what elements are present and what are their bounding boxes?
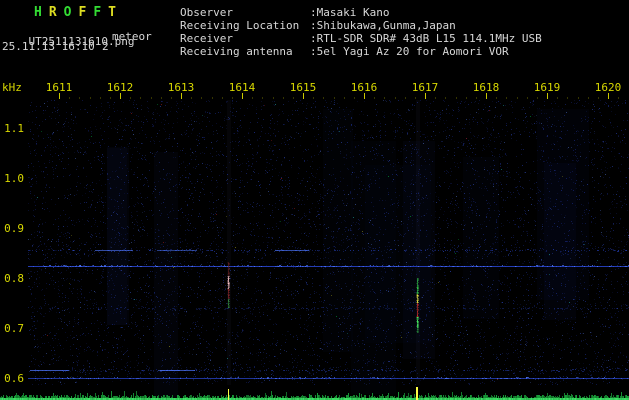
freq-tick-label: 1.1 bbox=[0, 122, 24, 135]
info-row: Receiving antenna:5el Yagi Az 20 for Aom… bbox=[180, 45, 542, 58]
title-letter: O bbox=[64, 5, 79, 20]
freq-tick-label: 0.8 bbox=[0, 272, 24, 285]
time-tick-label: 1614 bbox=[228, 81, 256, 94]
echo-count: 2 bbox=[102, 40, 109, 53]
title-letter: H bbox=[34, 5, 49, 20]
info-row: Receiving Location:Shibukawa,Gunma,Japan bbox=[180, 19, 542, 32]
info-row: Observer:Masaki Kano bbox=[180, 6, 542, 19]
freq-tick-label: 0.9 bbox=[0, 222, 24, 235]
time-tick-label: 1615 bbox=[289, 81, 317, 94]
info-value: :5el Yagi Az 20 for Aomori VOR bbox=[310, 45, 509, 58]
title-letter: F bbox=[78, 5, 93, 20]
time-tick-label: 1612 bbox=[106, 81, 134, 94]
time-tick-label: 1620 bbox=[594, 81, 622, 94]
time-tick-label: 1616 bbox=[350, 81, 378, 94]
time-tick-label: 1611 bbox=[45, 81, 73, 94]
freq-tick-label: 1.0 bbox=[0, 172, 24, 185]
time-tick-label: 1618 bbox=[472, 81, 500, 94]
app-title: HROFFT bbox=[34, 5, 123, 20]
title-letter: F bbox=[93, 5, 108, 20]
info-label: Receiving Location bbox=[180, 19, 310, 32]
info-value: :Masaki Kano bbox=[310, 6, 389, 19]
info-value: :RTL-SDR SDR# 43dB L15 114.1MHz USB bbox=[310, 32, 542, 45]
freq-axis: 1.1 1.0 0.9 0.8 0.7 0.6 bbox=[0, 0, 24, 400]
time-tick-label: 1613 bbox=[167, 81, 195, 94]
info-label: Observer bbox=[180, 6, 310, 19]
title-letter: R bbox=[49, 5, 64, 20]
mode-label: meteor bbox=[112, 30, 152, 43]
time-tick-label: 1617 bbox=[411, 81, 439, 94]
station-info: Observer:Masaki KanoReceiving Location:S… bbox=[180, 6, 542, 58]
info-value: :Shibukawa,Gunma,Japan bbox=[310, 19, 456, 32]
info-label: Receiving antenna bbox=[180, 45, 310, 58]
time-axis: 1611 1612 1613 1614 1615 1616 1617 1618 1619 1620 bbox=[0, 81, 629, 93]
freq-tick-label: 0.7 bbox=[0, 322, 24, 335]
info-label: Receiver bbox=[180, 32, 310, 45]
time-tick-label: 1619 bbox=[533, 81, 561, 94]
hrofft-window: HROFFT UT2511131610.png meteor 25.11.13 … bbox=[0, 0, 629, 400]
title-letter: T bbox=[108, 5, 123, 20]
freq-tick-label: 0.6 bbox=[0, 372, 24, 385]
info-row: Receiver:RTL-SDR SDR# 43dB L15 114.1MHz … bbox=[180, 32, 542, 45]
